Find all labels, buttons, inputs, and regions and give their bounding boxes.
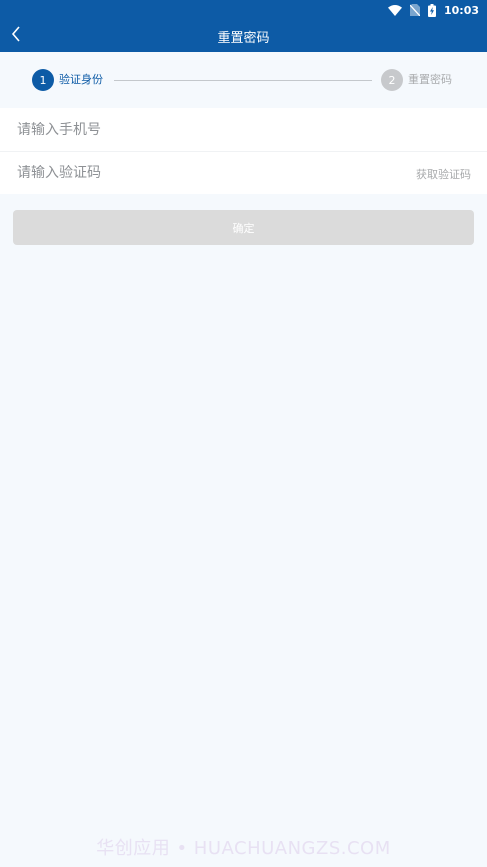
step-2-label: 重置密码: [408, 73, 452, 86]
step-1-label: 验证身份: [59, 73, 103, 86]
app-bar: 重置密码: [0, 20, 487, 52]
code-row: 获取验证码: [0, 151, 487, 194]
step-connector: [114, 80, 372, 81]
phone-input[interactable]: [17, 121, 377, 138]
no-sim-icon: [409, 4, 420, 16]
battery-charging-icon: [427, 3, 436, 17]
watermark: 华创应用 • HUACHUANGZS.COM: [96, 838, 391, 859]
verification-code-input[interactable]: [17, 165, 377, 181]
status-time: 10:03: [443, 3, 479, 17]
confirm-button[interactable]: 确定: [13, 210, 474, 245]
step-1-circle: 1: [32, 69, 54, 91]
step-indicator: 1 验证身份 2 重置密码: [0, 52, 487, 108]
status-bar: 10:03: [0, 0, 487, 20]
page-title: 重置密码: [217, 30, 270, 46]
get-code-button[interactable]: 获取验证码: [416, 152, 471, 195]
chevron-left-icon: [11, 26, 21, 46]
step-2-circle: 2: [381, 69, 403, 91]
back-button[interactable]: [8, 24, 24, 48]
phone-row: [0, 108, 487, 151]
wifi-icon: [387, 4, 402, 16]
verify-form: 获取验证码: [0, 108, 487, 194]
